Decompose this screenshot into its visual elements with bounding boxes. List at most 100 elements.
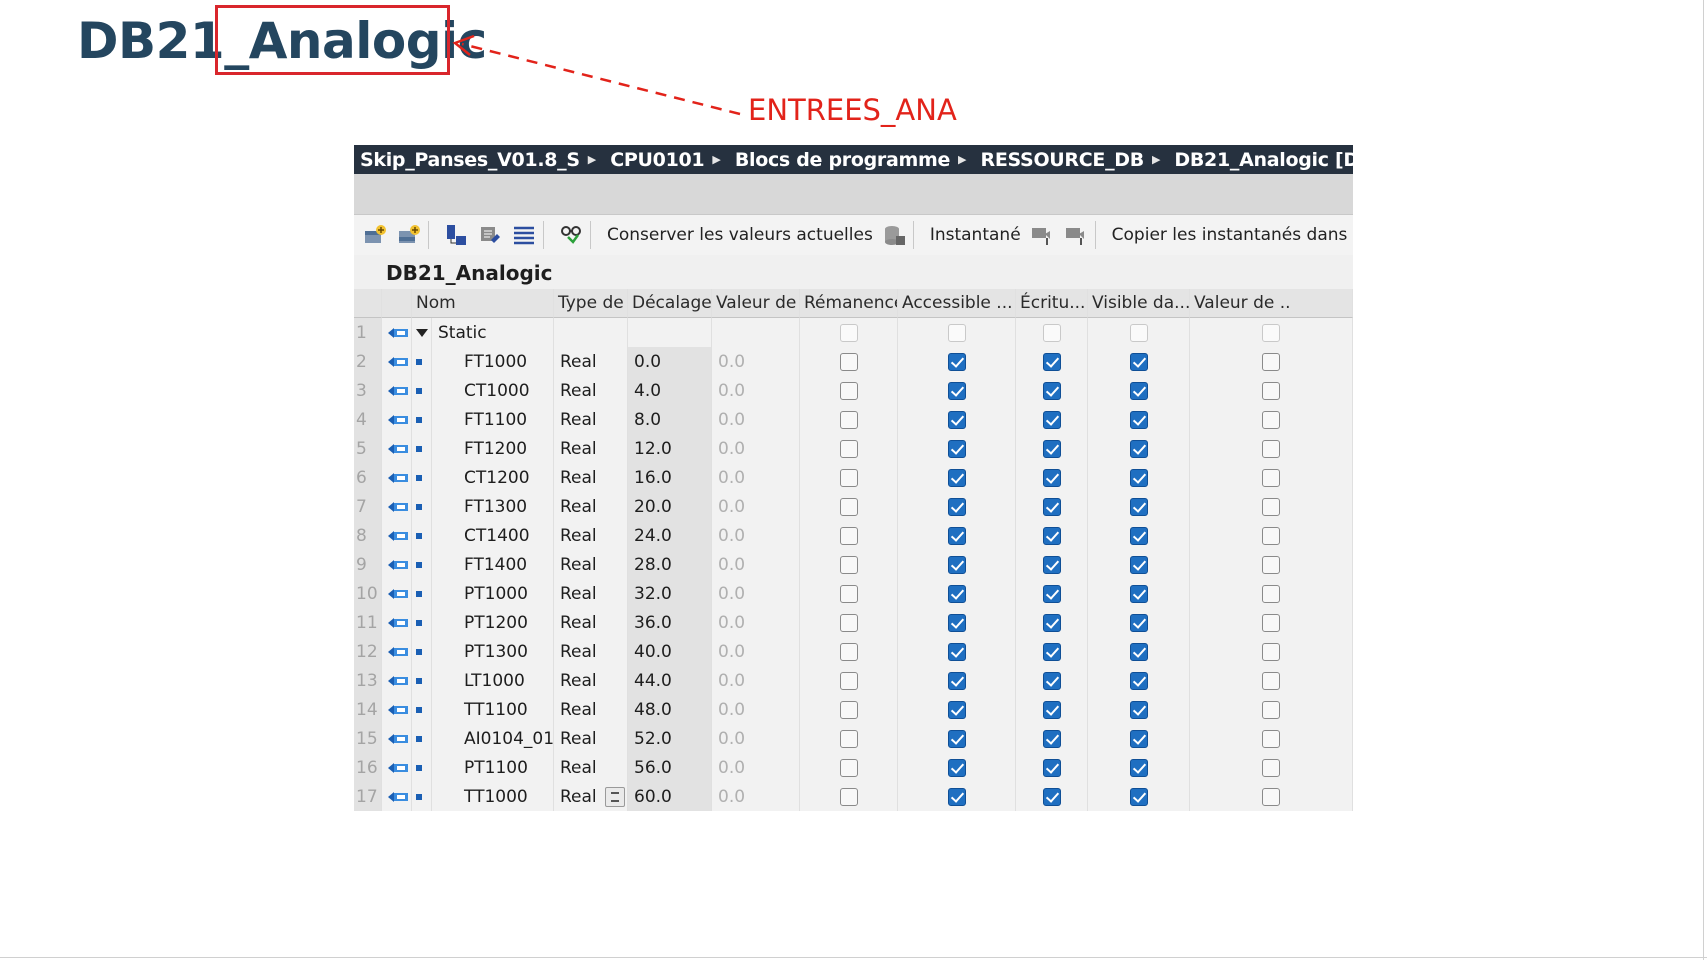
variable-name[interactable]: PT1000	[432, 579, 554, 608]
variable-name[interactable]: PT1100	[432, 753, 554, 782]
table-row[interactable]: 16 PT1100 Real 56.0 0.0	[354, 753, 1353, 782]
write-checkbox[interactable]	[1042, 758, 1061, 777]
variable-name[interactable]: FT1300	[432, 492, 554, 521]
table-row[interactable]: 5 FT1200 Real 12.0 0.0	[354, 434, 1353, 463]
accessible-checkbox[interactable]	[947, 410, 966, 429]
visible-checkbox[interactable]	[1129, 410, 1148, 429]
table-row[interactable]: 3 CT1000 Real 4.0 0.0	[354, 376, 1353, 405]
variable-name[interactable]: FT1200	[432, 434, 554, 463]
accessible-checkbox[interactable]	[947, 758, 966, 777]
variable-name[interactable]: CT1400	[432, 521, 554, 550]
remanence-checkbox[interactable]	[839, 642, 858, 661]
remanence-checkbox[interactable]	[839, 468, 858, 487]
visible-checkbox[interactable]	[1129, 758, 1148, 777]
visible-checkbox[interactable]	[1129, 642, 1148, 661]
remanence-checkbox[interactable]	[839, 526, 858, 545]
visible-checkbox[interactable]	[1129, 323, 1148, 342]
write-checkbox[interactable]	[1042, 497, 1061, 516]
data-type[interactable]: Real	[554, 376, 628, 405]
column-header[interactable]: Valeur de ..	[1190, 289, 1353, 318]
snapshot-button[interactable]: Instantané	[930, 225, 1021, 245]
setpoint-checkbox[interactable]	[1262, 671, 1280, 690]
data-type[interactable]: Real	[554, 637, 628, 666]
breadcrumb-item[interactable]: RESSOURCE_DB	[981, 149, 1145, 171]
write-checkbox[interactable]	[1042, 352, 1061, 371]
setpoint-checkbox[interactable]	[1262, 410, 1280, 429]
remanence-checkbox[interactable]	[839, 323, 858, 342]
data-type[interactable]: Real	[554, 666, 628, 695]
remanence-checkbox[interactable]	[839, 671, 858, 690]
accessible-checkbox[interactable]	[947, 700, 966, 719]
remanence-checkbox[interactable]	[839, 787, 858, 806]
accessible-checkbox[interactable]	[947, 352, 966, 371]
accessible-checkbox[interactable]	[947, 468, 966, 487]
variable-name[interactable]: AI0104_01	[432, 724, 554, 753]
keep-actual-values-button[interactable]: Conserver les valeurs actuelles	[607, 225, 873, 245]
accessible-checkbox[interactable]	[947, 787, 966, 806]
visible-checkbox[interactable]	[1129, 613, 1148, 632]
monitor-icon[interactable]	[558, 222, 584, 248]
accessible-checkbox[interactable]	[947, 584, 966, 603]
breadcrumb-item[interactable]: Blocs de programme	[735, 149, 951, 171]
data-type[interactable]: Real	[554, 492, 628, 521]
column-header[interactable]: Nom	[412, 289, 554, 318]
variable-name[interactable]: LT1000	[432, 666, 554, 695]
write-checkbox[interactable]	[1042, 410, 1061, 429]
accessible-checkbox[interactable]	[947, 555, 966, 574]
remanence-checkbox[interactable]	[839, 729, 858, 748]
write-checkbox[interactable]	[1042, 555, 1061, 574]
data-type[interactable]: Real	[554, 782, 628, 811]
visible-checkbox[interactable]	[1129, 497, 1148, 516]
setpoint-checkbox[interactable]	[1262, 758, 1280, 777]
remanence-checkbox[interactable]	[839, 613, 858, 632]
visible-checkbox[interactable]	[1129, 555, 1148, 574]
visible-checkbox[interactable]	[1129, 787, 1148, 806]
column-header[interactable]: Rémanence	[800, 289, 898, 318]
add-row-icon[interactable]	[396, 222, 422, 248]
visible-checkbox[interactable]	[1129, 584, 1148, 603]
data-type[interactable]: Real	[554, 434, 628, 463]
write-checkbox[interactable]	[1042, 526, 1061, 545]
data-type[interactable]: Real	[554, 347, 628, 376]
snapshot-db-icon[interactable]	[881, 222, 907, 248]
copy-snapshots-button[interactable]: Copier les instantanés dans	[1112, 225, 1348, 245]
snapshot-save-icon[interactable]	[1063, 222, 1089, 248]
visible-checkbox[interactable]	[1129, 468, 1148, 487]
column-header[interactable]: Accessible ...	[898, 289, 1016, 318]
type-picker-icon[interactable]	[604, 786, 625, 807]
table-row[interactable]: 15 AI0104_01 Real 52.0 0.0	[354, 724, 1353, 753]
visible-checkbox[interactable]	[1129, 700, 1148, 719]
variable-name[interactable]: TT1000	[432, 782, 554, 811]
data-type[interactable]: Real	[554, 579, 628, 608]
setpoint-checkbox[interactable]	[1262, 729, 1280, 748]
visible-checkbox[interactable]	[1129, 671, 1148, 690]
setpoint-checkbox[interactable]	[1262, 497, 1280, 516]
accessible-checkbox[interactable]	[947, 613, 966, 632]
visible-checkbox[interactable]	[1129, 526, 1148, 545]
setpoint-checkbox[interactable]	[1262, 700, 1280, 719]
write-checkbox[interactable]	[1042, 381, 1061, 400]
variable-name[interactable]: FT1400	[432, 550, 554, 579]
table-row[interactable]: 9 FT1400 Real 28.0 0.0	[354, 550, 1353, 579]
accessible-checkbox[interactable]	[947, 642, 966, 661]
write-checkbox[interactable]	[1042, 323, 1061, 342]
visible-checkbox[interactable]	[1129, 439, 1148, 458]
data-type[interactable]: Real	[554, 550, 628, 579]
data-type[interactable]: Real	[554, 753, 628, 782]
snapshot-load-icon[interactable]	[1029, 222, 1055, 248]
column-header[interactable]: Écritu...	[1016, 289, 1088, 318]
setpoint-checkbox[interactable]	[1262, 439, 1280, 458]
column-header[interactable]: Type de	[554, 289, 628, 318]
accessible-checkbox[interactable]	[947, 729, 966, 748]
setpoint-checkbox[interactable]	[1262, 555, 1280, 574]
setpoint-checkbox[interactable]	[1262, 352, 1280, 371]
column-header[interactable]: Valeur de	[712, 289, 800, 318]
variable-name[interactable]: PT1300	[432, 637, 554, 666]
data-type[interactable]: Real	[554, 695, 628, 724]
remanence-checkbox[interactable]	[839, 555, 858, 574]
table-row[interactable]: 11 PT1200 Real 36.0 0.0	[354, 608, 1353, 637]
write-checkbox[interactable]	[1042, 671, 1061, 690]
visible-checkbox[interactable]	[1129, 729, 1148, 748]
table-row[interactable]: 12 PT1300 Real 40.0 0.0	[354, 637, 1353, 666]
data-type[interactable]: Real	[554, 521, 628, 550]
